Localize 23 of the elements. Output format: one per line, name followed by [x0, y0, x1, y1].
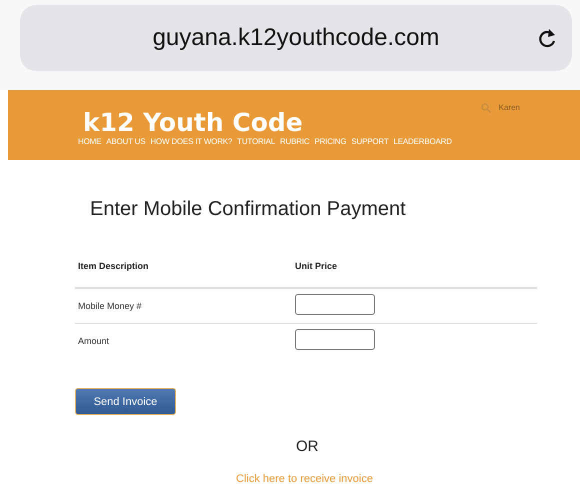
input-field[interactable] [295, 294, 375, 314]
nav-link[interactable]: ABOUT US [106, 137, 146, 146]
page-title: Enter Mobile Confirmation Payment [90, 198, 407, 221]
site-logo[interactable]: k12 Youth Code [83, 110, 452, 136]
nav-link[interactable]: SUPPORT [351, 137, 389, 146]
or-separator: OR [296, 438, 320, 455]
column-header: Unit Price [294, 261, 338, 271]
input-field[interactable] [295, 328, 375, 350]
column-header: Item Description [77, 261, 150, 271]
receive-invoice-link[interactable]: Click here to receive invoice [236, 473, 373, 485]
nav-link[interactable]: LEADERBOARD [394, 137, 452, 146]
reload-icon[interactable] [538, 26, 558, 50]
nav-link[interactable]: PRICING [314, 137, 346, 146]
user-name[interactable]: Karen [498, 103, 520, 112]
url-text: guyana.k12youthcode.com [152, 24, 440, 52]
nav-link[interactable]: TUTORIAL [237, 137, 275, 146]
nav-link[interactable]: RUBRIC [280, 137, 310, 146]
nav-link[interactable]: HOME [78, 137, 102, 146]
nav-link[interactable]: HOW DOES IT WORK? [150, 137, 232, 146]
row-label: Mobile Money # [77, 301, 143, 311]
row-label: Amount [77, 336, 110, 346]
send-invoice-button[interactable]: Send Invoice [75, 388, 176, 415]
address-bar[interactable]: guyana.k12youthcode.com [20, 5, 572, 71]
